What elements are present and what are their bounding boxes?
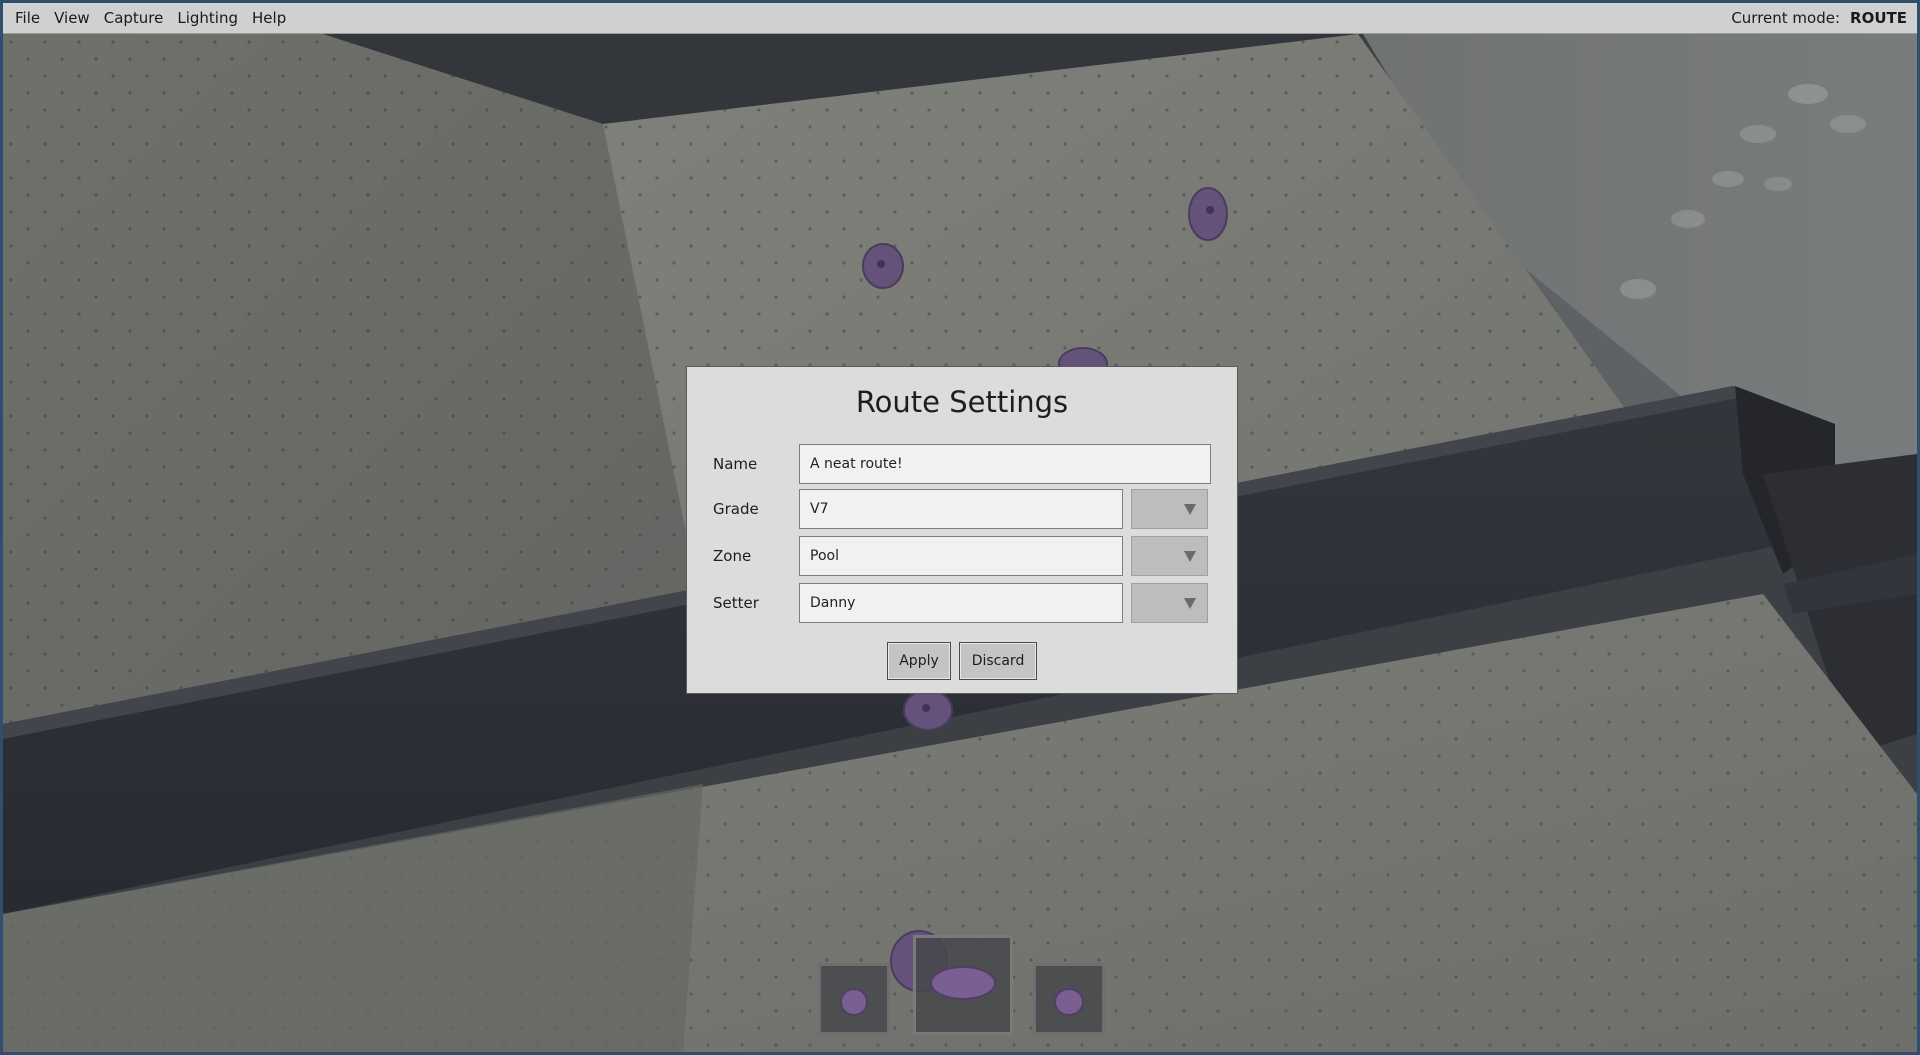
mode-label: Current mode: [1731,9,1841,27]
hold-thumbnail-icon [1054,988,1084,1016]
chevron-down-icon [1184,504,1196,515]
dialog-title: Route Settings [855,385,1069,419]
menubar: File View Capture Lighting Help Current … [3,3,1917,34]
hold-thumbnail-icon [840,988,868,1016]
hold-thumbnail-icon [930,966,996,1000]
zone-row: Zone Pool [713,535,1208,577]
grade-input[interactable]: V7 [799,489,1123,529]
setter-input[interactable]: Danny [799,583,1123,623]
menu-view[interactable]: View [47,3,97,34]
chevron-down-icon [1184,551,1196,562]
zone-label: Zone [713,547,752,565]
name-label: Name [713,455,758,473]
grade-label: Grade [713,500,759,518]
zone-input[interactable]: Pool [799,536,1123,576]
discard-button[interactable]: Discard [959,642,1037,680]
name-row: Name A neat route! [713,443,1211,485]
name-input[interactable]: A neat route! [799,444,1211,484]
menu-help[interactable]: Help [245,3,293,34]
menu-file[interactable]: File [8,3,47,34]
zone-dropdown-button[interactable] [1131,536,1208,576]
hold-slot-1[interactable] [818,963,890,1035]
hold-slot-3[interactable] [1033,963,1105,1035]
mode-indicator: Current mode: ROUTE [1731,9,1912,27]
setter-dropdown-button[interactable] [1131,583,1208,623]
setter-label: Setter [713,594,759,612]
chevron-down-icon [1184,598,1196,609]
mode-value: ROUTE [1850,9,1907,27]
app-window: File View Capture Lighting Help Current … [0,0,1920,1055]
grade-dropdown-button[interactable] [1131,489,1208,529]
menu-lighting[interactable]: Lighting [170,3,245,34]
menu-capture[interactable]: Capture [97,3,171,34]
hold-slot-2-selected[interactable] [913,935,1013,1035]
apply-button[interactable]: Apply [887,642,951,680]
setter-row: Setter Danny [713,582,1208,624]
route-settings-dialog: Route Settings Name A neat route! Grade … [686,366,1238,694]
dialog-button-row: Apply Discard [687,642,1237,680]
grade-row: Grade V7 [713,488,1208,530]
